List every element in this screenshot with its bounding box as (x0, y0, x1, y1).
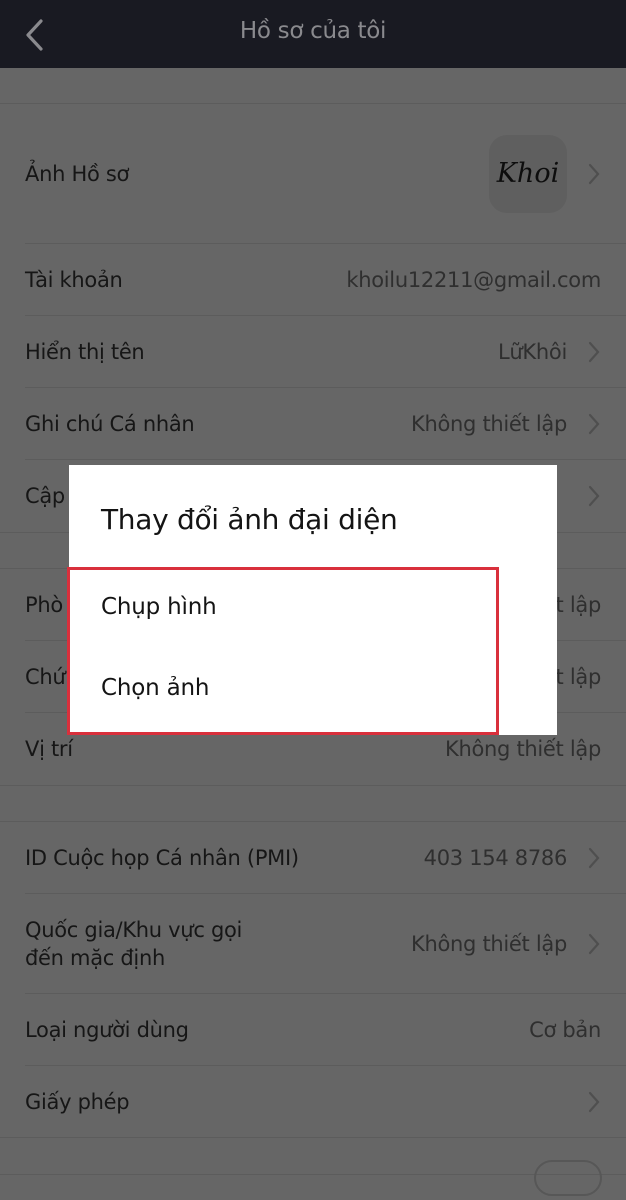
page-title: Hồ sơ của tôi (239, 18, 387, 44)
section-spacer (0, 785, 626, 822)
row-display-name[interactable]: Hiển thị tên LữKhôi (25, 316, 626, 388)
row-label: Giấy phép (25, 1089, 130, 1114)
row-profile-photo[interactable]: Ảnh Hồ sơ Khoi (25, 104, 626, 244)
highlight-box (67, 567, 499, 735)
row-license[interactable]: Giấy phép (0, 1066, 626, 1138)
avatar[interactable]: Khoi (489, 134, 567, 213)
row-label: Ảnh Hồ sơ (25, 161, 130, 186)
section-spacer (0, 68, 626, 104)
avatar-text: Khoi (496, 158, 560, 189)
label-line-1: Quốc gia/Khu vực gọi (25, 917, 243, 942)
row-label: Hiển thị tên (25, 339, 145, 364)
display-name-value: LữKhôi (498, 339, 567, 364)
row-account: Tài khoản khoilu12211@gmail.com (25, 244, 626, 316)
row-label: ID Cuộc họp Cá nhân (PMI) (25, 845, 299, 870)
phone-value: t lập (555, 592, 602, 617)
job-title-value: t lập (555, 664, 602, 689)
pmi-value: 403 154 8786 (423, 845, 568, 870)
row-label: Tài khoản (25, 267, 123, 292)
top-bar: Hồ sơ của tôi (0, 0, 626, 68)
personal-note-value: Không thiết lập (411, 411, 567, 436)
row-label: Ghi chú Cá nhân (25, 411, 195, 436)
row-pmi[interactable]: ID Cuộc họp Cá nhân (PMI) 403 154 8786 (25, 822, 626, 894)
location-value: Không thiết lập (445, 737, 601, 761)
chevron-right-icon (588, 485, 600, 507)
section-spacer (0, 1138, 626, 1175)
label-line-2: đến mặc định (25, 945, 165, 970)
row-label: Loại người dùng (25, 1017, 189, 1042)
row-user-type: Loại người dùng Cơ bản (25, 994, 626, 1066)
chevron-right-icon (588, 163, 600, 184)
dialog-title: Thay đổi ảnh đại diện (101, 503, 398, 536)
chevron-right-icon (588, 933, 600, 954)
chevron-right-icon (588, 413, 600, 434)
account-email: khoilu12211@gmail.com (346, 267, 601, 292)
toggle-switch[interactable] (534, 1160, 602, 1196)
row-label: Vị trí (25, 737, 73, 761)
row-label: Quốc gia/Khu vực gọi đến mặc định (25, 916, 411, 972)
chevron-right-icon (588, 1091, 600, 1112)
row-personal-note[interactable]: Ghi chú Cá nhân Không thiết lập (25, 388, 626, 460)
row-default-calling-country[interactable]: Quốc gia/Khu vực gọi đến mặc định Không … (25, 894, 626, 994)
chevron-right-icon (588, 847, 600, 868)
chevron-right-icon (588, 341, 600, 362)
user-type-value: Cơ bản (529, 1017, 601, 1042)
calling-country-value: Không thiết lập (411, 931, 567, 956)
